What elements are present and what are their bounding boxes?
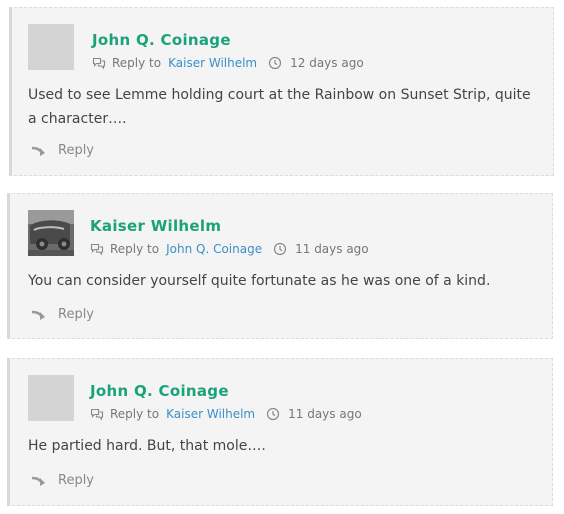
reply-to-link[interactable]: Kaiser Wilhelm — [166, 407, 255, 421]
chat-bubbles-icon — [90, 243, 104, 256]
comment-meta: Reply to Kaiser Wilhelm 11 days ago — [90, 407, 362, 421]
reply-arrow-icon — [31, 310, 45, 320]
comment-meta: Reply to John Q. Coinage 11 days ago — [90, 242, 369, 256]
chat-bubbles-icon — [90, 408, 104, 421]
clock-icon — [269, 56, 282, 70]
reply-to-link[interactable]: Kaiser Wilhelm — [168, 56, 257, 70]
reply-label: Reply — [58, 473, 95, 488]
comment-time[interactable]: 12 days ago — [290, 56, 364, 70]
comment-time[interactable]: 11 days ago — [288, 407, 362, 421]
clock-icon — [267, 407, 280, 421]
comment-card: John Q. Coinage Reply to Kaiser Wilhelm … — [9, 7, 554, 176]
avatar-default[interactable] — [28, 375, 74, 421]
reply-arrow-icon — [31, 146, 45, 156]
chat-bubbles-icon — [92, 57, 106, 70]
reply-label: Reply — [58, 307, 95, 322]
reply-to-label: Reply to — [110, 407, 160, 421]
reply-button[interactable]: Reply — [30, 307, 94, 322]
reply-to-label: Reply to — [110, 242, 160, 256]
comment-author[interactable]: Kaiser Wilhelm — [90, 217, 221, 235]
comment-text: You can consider yourself quite fortunat… — [28, 269, 548, 293]
comment-text: Used to see Lemme holding court at the R… — [28, 83, 548, 131]
comment-text-line: You can consider yourself quite fortunat… — [28, 273, 491, 289]
comment-text-line: Used to see Lemme holding court at the R… — [28, 87, 531, 103]
comment-text: He partied hard. But, that mole…. — [28, 434, 548, 458]
comment-text-line: He partied hard. But, that mole…. — [28, 438, 266, 454]
comment-card: John Q. Coinage Reply to Kaiser Wilhelm … — [7, 358, 553, 506]
comment-author[interactable]: John Q. Coinage — [90, 382, 229, 400]
comment-meta: Reply to Kaiser Wilhelm 12 days ago — [92, 56, 364, 70]
reply-label: Reply — [58, 143, 95, 158]
reply-to-label: Reply to — [112, 56, 162, 70]
comment-text-line: a character…. — [28, 111, 127, 127]
comment-author[interactable]: John Q. Coinage — [92, 31, 231, 49]
avatar-photo[interactable] — [28, 210, 74, 256]
clock-icon — [274, 242, 287, 256]
comment-card: Kaiser Wilhelm Reply to John Q. Coinage … — [7, 193, 553, 339]
reply-arrow-icon — [31, 476, 45, 486]
comment-time[interactable]: 11 days ago — [295, 242, 369, 256]
reply-button[interactable]: Reply — [30, 473, 94, 488]
avatar-default[interactable] — [28, 24, 74, 70]
reply-to-link[interactable]: John Q. Coinage — [166, 242, 262, 256]
reply-button[interactable]: Reply — [30, 143, 94, 158]
